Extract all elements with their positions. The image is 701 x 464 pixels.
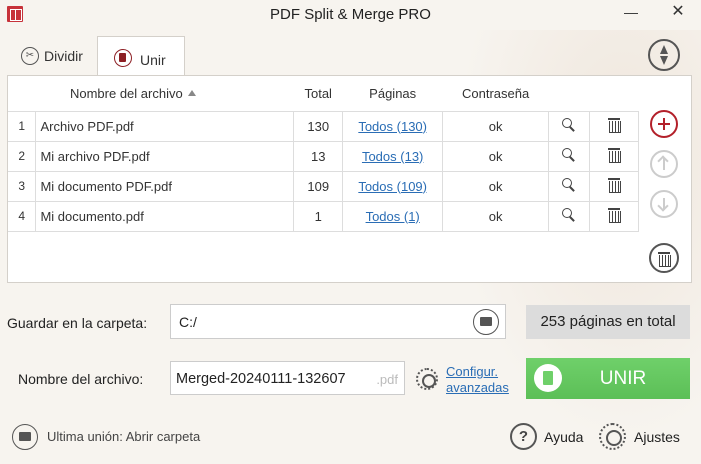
pages-link[interactable]: Todos (130) <box>358 119 427 134</box>
folder-icon <box>12 424 38 450</box>
file-name: Mi archivo PDF.pdf <box>35 141 295 172</box>
advanced-link-line1: Configur. <box>446 364 499 379</box>
trash-icon[interactable] <box>608 207 621 223</box>
delete-cell <box>589 171 639 202</box>
window-title: PDF Split & Merge PRO <box>270 6 431 23</box>
pages-cell: Todos (130) <box>342 111 444 142</box>
table-row[interactable]: 4 Mi documento.pdf 1 Todos (1) ok <box>8 201 639 232</box>
settings-label: Ajustes <box>634 429 680 445</box>
header-num <box>8 76 36 112</box>
file-name: Mi documento.pdf <box>35 201 295 232</box>
move-up-button[interactable] <box>650 150 678 178</box>
header-pages[interactable]: Páginas <box>342 76 443 112</box>
tab-unir[interactable]: Unir <box>97 36 185 76</box>
folder-field[interactable]: C:/ <box>170 304 506 339</box>
advanced-link-line2: avanzadas <box>446 380 509 395</box>
tab-dividir[interactable]: ✂ Dividir <box>14 38 96 74</box>
page-total: 109 <box>293 171 344 202</box>
advanced-settings-link[interactable]: Configur. avanzadas <box>446 364 509 396</box>
page-total: 1 <box>293 201 344 232</box>
search-icon[interactable] <box>562 207 576 222</box>
pages-cell: Todos (109) <box>342 171 444 202</box>
header-total[interactable]: Total <box>293 76 343 112</box>
preview-cell <box>548 171 591 202</box>
trash-icon[interactable] <box>608 117 621 133</box>
merge-icon <box>114 49 132 67</box>
row-number: 1 <box>8 111 37 142</box>
filename-field[interactable]: Merged-20240111-132607 .pdf <box>170 361 405 395</box>
table-row[interactable]: 2 Mi archivo PDF.pdf 13 Todos (13) ok <box>8 141 639 172</box>
password-status: ok <box>442 171 550 202</box>
browse-folder-icon[interactable] <box>473 309 499 335</box>
pages-link[interactable]: Todos (13) <box>362 149 423 164</box>
trash-icon[interactable] <box>608 147 621 163</box>
preview-cell <box>548 141 591 172</box>
merge-icon <box>534 364 562 392</box>
merge-button-label: UNIR <box>599 368 647 389</box>
search-icon[interactable] <box>562 147 576 162</box>
pages-cell: Todos (13) <box>342 141 444 172</box>
filename-value: Merged-20240111-132607 <box>176 371 346 387</box>
file-name: Mi documento PDF.pdf <box>35 171 295 202</box>
file-table: Nombre del archivo Total Páginas Contras… <box>8 76 639 232</box>
delete-cell <box>589 111 639 142</box>
header-preview <box>548 76 590 112</box>
table-row[interactable]: 3 Mi documento PDF.pdf 109 Todos (109) o… <box>8 171 639 202</box>
total-pages-display: 253 páginas en total <box>526 305 690 339</box>
page-total: 13 <box>293 141 344 172</box>
folder-label: Guardar en la carpeta: <box>7 315 148 331</box>
row-number: 2 <box>8 141 37 172</box>
trash-icon <box>658 251 671 267</box>
page-total: 130 <box>293 111 344 142</box>
search-icon[interactable] <box>562 117 576 132</box>
move-down-button[interactable] <box>650 190 678 218</box>
merge-button[interactable]: UNIR <box>526 358 690 399</box>
password-status: ok <box>442 201 550 232</box>
close-button[interactable]: ✕ <box>655 0 701 24</box>
gear-icon[interactable] <box>416 368 438 390</box>
header-password[interactable]: Contraseña <box>442 76 549 112</box>
sort-ascending-icon <box>187 89 196 96</box>
scissors-icon: ✂ <box>21 47 39 65</box>
folder-value: C:/ <box>179 314 197 330</box>
delete-cell <box>589 141 639 172</box>
tab-label: Dividir <box>44 48 83 64</box>
trash-icon[interactable] <box>608 177 621 193</box>
header-name-label: Nombre del archivo <box>69 85 183 101</box>
preview-cell <box>548 201 591 232</box>
table-row[interactable]: 1 Archivo PDF.pdf 130 Todos (130) ok <box>8 111 639 142</box>
row-number: 3 <box>8 171 37 202</box>
header-delete <box>589 76 639 112</box>
pages-link[interactable]: Todos (109) <box>358 179 427 194</box>
row-number: 4 <box>8 201 37 232</box>
filename-label: Nombre del archivo: <box>18 371 144 387</box>
sort-order-button[interactable] <box>648 39 680 71</box>
file-list-panel: Nombre del archivo Total Páginas Contras… <box>7 75 692 283</box>
file-name: Archivo PDF.pdf <box>35 111 295 142</box>
password-status: ok <box>442 111 550 142</box>
search-icon[interactable] <box>562 177 576 192</box>
password-status: ok <box>442 141 550 172</box>
filename-extension: .pdf <box>376 372 398 387</box>
header-name[interactable]: Nombre del archivo <box>35 76 294 112</box>
pages-link[interactable]: Todos (1) <box>366 209 420 224</box>
help-icon: ? <box>510 423 537 450</box>
title-bar: PDF Split & Merge PRO — ✕ <box>0 0 701 30</box>
last-merge-label: Ultima unión: Abrir carpeta <box>47 429 201 444</box>
help-label: Ayuda <box>544 429 584 445</box>
preview-cell <box>548 111 591 142</box>
table-header: Nombre del archivo Total Páginas Contras… <box>8 76 639 112</box>
gear-icon <box>599 423 626 450</box>
pages-cell: Todos (1) <box>342 201 444 232</box>
clear-list-button[interactable] <box>649 243 679 273</box>
delete-cell <box>589 201 639 232</box>
minimize-button[interactable]: — <box>611 0 651 24</box>
add-file-button[interactable] <box>650 110 678 138</box>
